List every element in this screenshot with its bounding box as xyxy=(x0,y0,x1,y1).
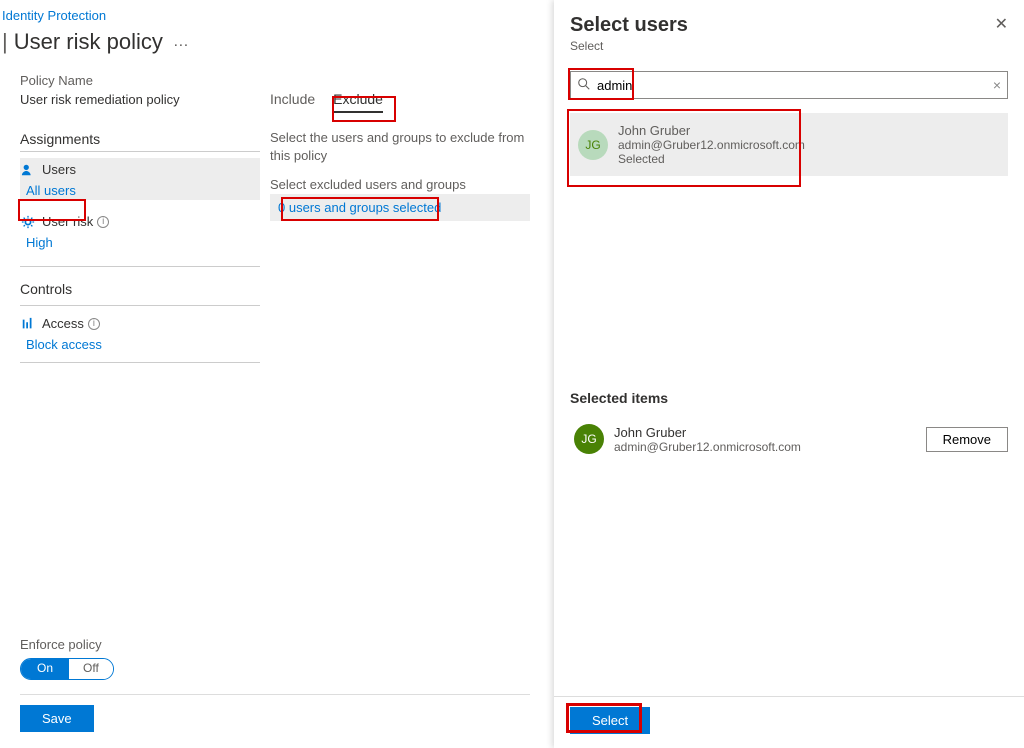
toggle-on[interactable]: On xyxy=(21,659,69,679)
selected-item-row: JG John Gruber admin@Gruber12.onmicrosof… xyxy=(570,420,1008,458)
search-field-wrap[interactable]: × xyxy=(570,71,1008,99)
bars-icon xyxy=(20,317,36,331)
breadcrumb[interactable]: Identity Protection xyxy=(2,0,550,25)
policy-name-label: Policy Name xyxy=(20,73,260,88)
user-risk-value-row[interactable]: High xyxy=(20,231,260,252)
users-icon xyxy=(20,163,36,177)
highlight-select-button xyxy=(566,703,642,733)
clear-search-icon[interactable]: × xyxy=(993,77,1001,93)
enforce-policy-toggle[interactable]: On Off xyxy=(20,658,114,680)
select-excluded-label: Select excluded users and groups xyxy=(270,177,530,192)
access-value-row[interactable]: Block access xyxy=(20,333,260,354)
highlight-search xyxy=(568,68,634,100)
selected-items-header: Selected items xyxy=(570,390,1008,406)
info-icon[interactable]: i xyxy=(97,216,109,228)
highlight-exclude-tab xyxy=(332,96,396,122)
selected-name: John Gruber xyxy=(614,425,801,440)
more-actions-icon[interactable]: … xyxy=(173,33,189,51)
exclude-description: Select the users and groups to exclude f… xyxy=(270,129,530,165)
tab-include[interactable]: Include xyxy=(270,91,315,113)
users-label: Users xyxy=(42,162,76,177)
selected-email: admin@Gruber12.onmicrosoft.com xyxy=(614,440,801,454)
controls-access-row[interactable]: Access i xyxy=(20,312,260,333)
enforce-policy-label: Enforce policy xyxy=(20,637,530,652)
highlight-result xyxy=(567,109,801,187)
remove-button[interactable]: Remove xyxy=(926,427,1008,452)
panel-title: Select users xyxy=(570,14,688,37)
search-input[interactable] xyxy=(591,77,993,94)
toggle-off[interactable]: Off xyxy=(69,659,113,679)
page-title: User risk policy xyxy=(14,29,163,55)
access-value[interactable]: Block access xyxy=(26,337,102,352)
access-label: Access xyxy=(42,316,84,331)
avatar: JG xyxy=(574,424,604,454)
title-divider: | xyxy=(2,29,8,55)
assignments-header: Assignments xyxy=(20,131,260,152)
assignment-users-row[interactable]: Users xyxy=(20,158,260,179)
user-risk-value[interactable]: High xyxy=(26,235,53,250)
users-value-row[interactable]: All users xyxy=(20,179,260,200)
close-icon[interactable]: ✕ xyxy=(995,14,1008,34)
users-value[interactable]: All users xyxy=(26,183,76,198)
search-result-row[interactable]: JG John Gruber admin@Gruber12.onmicrosof… xyxy=(570,113,1008,176)
info-icon[interactable]: i xyxy=(88,318,100,330)
controls-header: Controls xyxy=(20,281,260,301)
save-button[interactable]: Save xyxy=(20,705,94,732)
highlight-all-users xyxy=(18,199,86,221)
highlight-selection-link xyxy=(281,197,439,221)
panel-subtitle: Select xyxy=(570,39,688,53)
policy-name-value: User risk remediation policy xyxy=(20,92,260,107)
